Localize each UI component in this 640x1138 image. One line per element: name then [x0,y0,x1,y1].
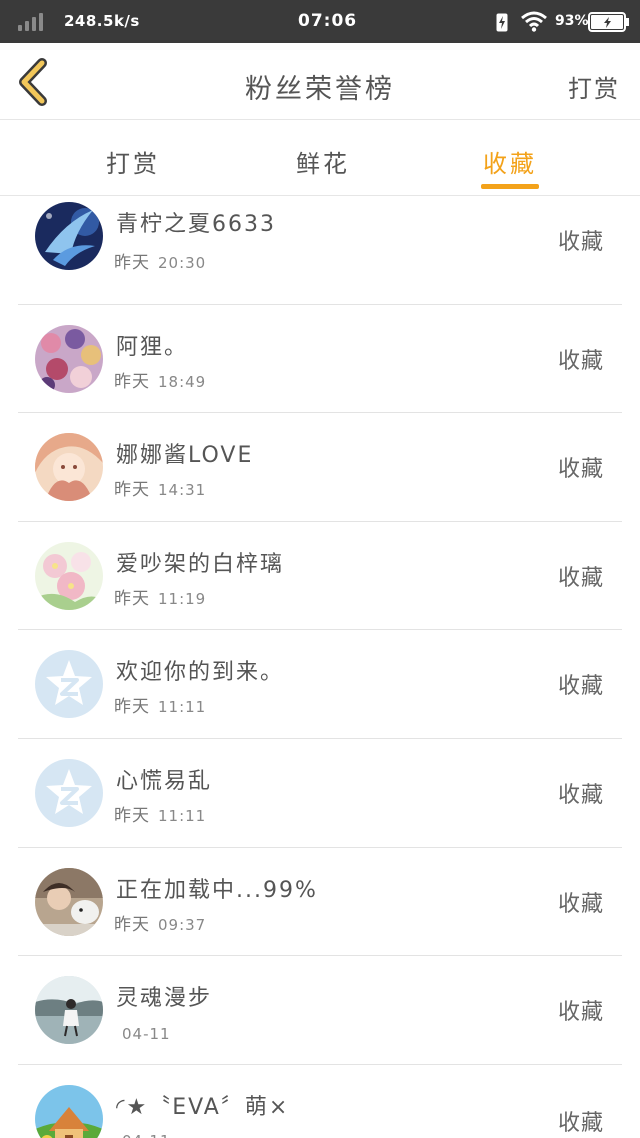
favorite-label: 收藏 [557,457,604,483]
list-item[interactable]: 心慌易乱 昨天 11:11 收藏 [18,739,622,848]
fan-name: 爱吵架的白梓璃 [116,551,285,577]
tab-bar: 打赏 鲜花 收藏 [0,120,640,196]
favorite-label: 收藏 [557,1110,604,1136]
list-item[interactable]: 正在加载中...99% 昨天 09:37 收藏 [18,848,622,957]
blue-bird-art-icon [35,202,103,270]
default-qq-avatar-icon [35,650,103,719]
fan-date: 昨天 11:19 [114,588,207,609]
anime-girl-icon [35,433,103,502]
list-item[interactable]: 爱吵架的白梓璃 昨天 11:19 收藏 [18,522,622,631]
fan-name: 正在加载中...99% [116,877,318,903]
photo-with-dog-icon [35,867,103,936]
fan-name: 阿狸。 [116,334,189,360]
fan-list: 青柠之夏6633 昨天 20:30 收藏 阿狸。 昨天 18:49 收藏 娜娜酱… [18,196,622,1138]
favorite-label: 收藏 [557,891,604,917]
network-speed: 248.5k/s [64,12,140,30]
wifi-icon [521,11,547,32]
cartoon-village-icon [35,1084,103,1138]
fan-date: 昨天 09:37 [114,914,207,935]
battery-icon [588,12,629,32]
clock: 07:06 [298,11,358,31]
avatar[interactable] [35,324,103,393]
status-bar: 248.5k/s 07:06 93% [0,0,640,43]
favorite-label: 收藏 [557,1000,604,1026]
list-item[interactable]: 阿狸。 昨天 18:49 收藏 [18,305,622,414]
fan-name: 娜娜酱LOVE [116,443,254,469]
fan-date: 昨天 11:11 [114,697,207,718]
avatar[interactable] [35,433,103,502]
charging-icon [496,13,508,32]
app-header: 粉丝荣誉榜 打赏 [0,43,640,120]
avatar[interactable] [35,758,103,827]
favorite-label: 收藏 [557,230,604,255]
fan-name: 欢迎你的到来。 [116,660,285,686]
anime-group-icon [35,324,103,393]
favorite-label: 收藏 [557,348,604,374]
fan-date: 昨天 11:11 [114,805,207,826]
flower-icon [35,541,103,610]
signal-icon [18,13,50,31]
list-item[interactable]: ◜★〝EVA〞萌× 04-11 收藏 [18,1065,622,1138]
tip-button[interactable]: 打赏 [568,69,620,104]
fan-date: 04-11 [122,1025,171,1044]
tab-tip[interactable]: 打赏 [106,144,160,179]
favorite-label: 收藏 [557,782,604,808]
avatar[interactable] [35,867,103,936]
avatar[interactable] [35,650,103,719]
list-item[interactable]: 青柠之夏6633 昨天 20:30 收藏 [18,196,622,305]
active-tab-indicator [481,184,539,189]
tab-flowers[interactable]: 鲜花 [296,144,350,179]
fan-name: 青柠之夏6633 [116,212,276,237]
favorite-label: 收藏 [557,674,604,700]
favorite-label: 收藏 [557,565,604,591]
avatar[interactable] [35,1084,103,1138]
fan-date: 昨天 18:49 [114,371,207,392]
list-item[interactable]: 灵魂漫步 04-11 收藏 [18,956,622,1065]
default-qq-avatar-icon [35,758,103,827]
tab-favorites[interactable]: 收藏 [483,144,537,179]
girl-by-water-icon [35,976,103,1045]
battery-percent: 93% [555,13,589,29]
fan-date: 昨天 20:30 [114,253,207,273]
list-item[interactable]: 欢迎你的到来。 昨天 11:11 收藏 [18,630,622,739]
fan-date: 昨天 14:31 [114,480,207,501]
list-item[interactable]: 娜娜酱LOVE 昨天 14:31 收藏 [18,413,622,522]
fan-date: 04-11 [114,1131,171,1138]
fan-name: ◜★〝EVA〞萌× [116,1094,290,1120]
avatar[interactable] [35,541,103,610]
fan-name: 心慌易乱 [116,768,213,794]
avatar[interactable] [35,976,103,1045]
fan-name: 灵魂漫步 [116,986,213,1012]
avatar[interactable] [35,202,103,270]
page-title: 粉丝荣誉榜 [245,74,395,105]
